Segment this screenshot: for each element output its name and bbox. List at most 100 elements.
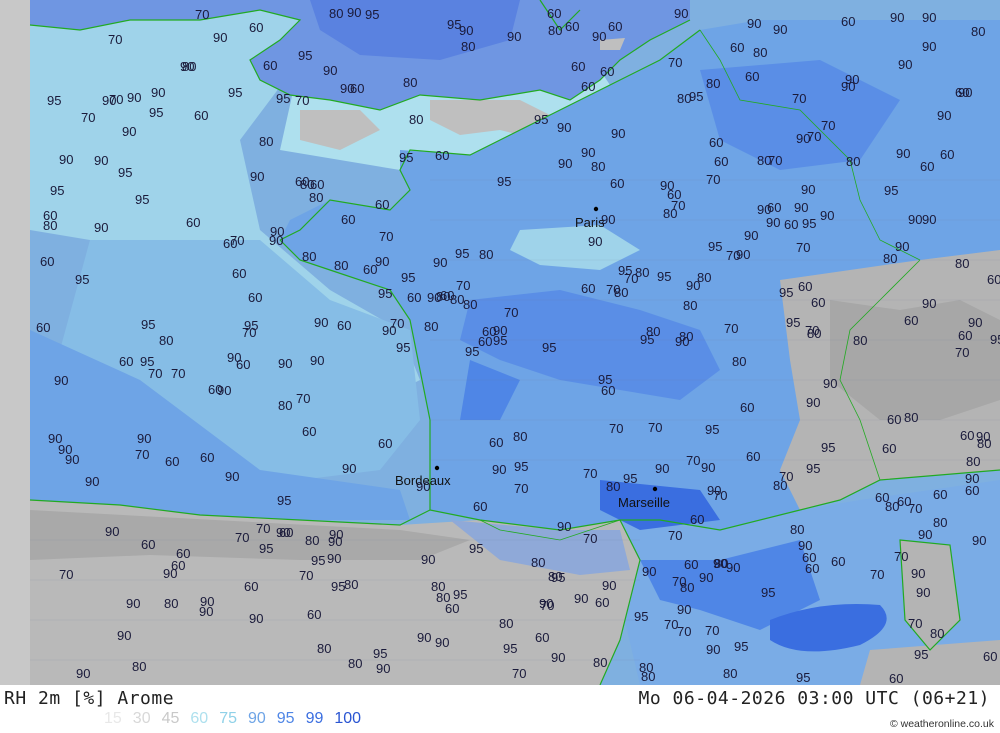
contour-label: 95 (259, 541, 273, 556)
contour-label: 90 (642, 564, 656, 579)
contour-label: 90 (557, 519, 571, 534)
contour-label: 95 (401, 270, 415, 285)
contour-label: 80 (732, 354, 746, 369)
contour-label: 90 (323, 63, 337, 78)
contour-label: 95 (277, 493, 291, 508)
contour-label: 95 (796, 670, 810, 685)
contour-label: 60 (667, 187, 681, 202)
contour-label: 90 (706, 642, 720, 657)
contour-label: 80 (853, 333, 867, 348)
contour-label: 90 (916, 585, 930, 600)
contour-label: 70 (295, 93, 309, 108)
contour-label: 70 (779, 469, 793, 484)
contour-label: 70 (540, 598, 554, 613)
contour-label: 70 (955, 345, 969, 360)
contour-label: 95 (298, 48, 312, 63)
contour-label: 60 (684, 557, 698, 572)
contour-label: 95 (378, 286, 392, 301)
contour-label: 70 (514, 481, 528, 496)
contour-label: 80 (790, 522, 804, 537)
contour-label: 95 (75, 272, 89, 287)
footer: RH 2m [%] Arome Mo 06-04-2026 03:00 UTC … (0, 685, 1000, 733)
contour-label: 90 (327, 551, 341, 566)
contour-label: 95 (365, 7, 379, 22)
contour-label: 70 (195, 7, 209, 22)
contour-label: 90 (122, 124, 136, 139)
contour-label: 90 (433, 255, 447, 270)
contour-label: 90 (686, 278, 700, 293)
contour-label: 90 (269, 233, 283, 248)
contour-label: 60 (933, 487, 947, 502)
contour-label: 70 (81, 110, 95, 125)
contour-label: 90 (435, 635, 449, 650)
contour-label: 90 (558, 156, 572, 171)
contour-label: 70 (807, 129, 821, 144)
contour-label: 70 (668, 528, 682, 543)
contour-label: 95 (373, 646, 387, 661)
contour-label: 70 (726, 248, 740, 263)
contour-label: 60 (307, 607, 321, 622)
forecast-datetime: Mo 06-04-2026 03:00 UTC (06+21) (638, 688, 990, 709)
city-dot-bordeaux (434, 465, 440, 471)
contour-label: 90 (922, 10, 936, 25)
contour-label: 60 (375, 197, 389, 212)
contour-label: 60 (208, 382, 222, 397)
contour-label: 90 (94, 220, 108, 235)
contour-label: 60 (571, 59, 585, 74)
contour-label: 90 (507, 29, 521, 44)
contour-label: 80 (593, 655, 607, 670)
contour-label: 90 (744, 228, 758, 243)
contour-label: 60 (244, 579, 258, 594)
contour-label: 90 (898, 57, 912, 72)
contour-label: 80 (461, 39, 475, 54)
contour-label: 60 (473, 499, 487, 514)
map-title: RH 2m [%] Arome (4, 688, 175, 709)
credit-link[interactable]: © weatheronline.co.uk (890, 718, 994, 730)
contour-label: 60 (236, 357, 250, 372)
contour-label: 90 (773, 22, 787, 37)
contour-label: 70 (672, 574, 686, 589)
contour-label: 90 (492, 462, 506, 477)
contour-label: 90 (675, 334, 689, 349)
contour-label: 60 (43, 208, 57, 223)
contour-label: 60 (141, 537, 155, 552)
contour-label: 60 (279, 525, 293, 540)
contour-label: 70 (296, 391, 310, 406)
contour-label: 90 (127, 90, 141, 105)
contour-label: 60 (407, 290, 421, 305)
humidity-map: Paris Bordeaux Marseille 808070909090908… (0, 0, 1000, 685)
contour-label: 80 (614, 285, 628, 300)
contour-label: 90 (841, 79, 855, 94)
contour-label: 60 (478, 334, 492, 349)
contour-label: 80 (403, 75, 417, 90)
contour-label: 90 (551, 650, 565, 665)
contour-label: 70 (705, 623, 719, 638)
contour-label: 60 (958, 328, 972, 343)
contour-label: 60 (841, 14, 855, 29)
contour-label: 95 (705, 422, 719, 437)
contour-label: 80 (132, 659, 146, 674)
contour-label: 60 (186, 215, 200, 230)
contour-label: 60 (176, 546, 190, 561)
contour-label: 60 (709, 135, 723, 150)
contour-label: 80 (635, 265, 649, 280)
contour-label: 80 (846, 154, 860, 169)
contour-label: 90 (911, 566, 925, 581)
contour-label: 60 (350, 81, 364, 96)
contour-label: 70 (796, 240, 810, 255)
contour-label: 95 (149, 105, 163, 120)
contour-label: 90 (581, 145, 595, 160)
contour-label: 70 (713, 488, 727, 503)
contour-label: 70 (135, 447, 149, 462)
contour-label: 80 (646, 324, 660, 339)
contour-label: 95 (276, 91, 290, 106)
contour-label: 90 (180, 59, 194, 74)
contour-label: 80 (677, 91, 691, 106)
contour-label: 60 (745, 69, 759, 84)
contour-label: 90 (674, 6, 688, 21)
contour-label: 90 (126, 596, 140, 611)
legend-item: 100 (334, 710, 362, 727)
legend-item: 45 (161, 710, 180, 727)
contour-label: 60 (784, 217, 798, 232)
contour-label: 60 (232, 266, 246, 281)
